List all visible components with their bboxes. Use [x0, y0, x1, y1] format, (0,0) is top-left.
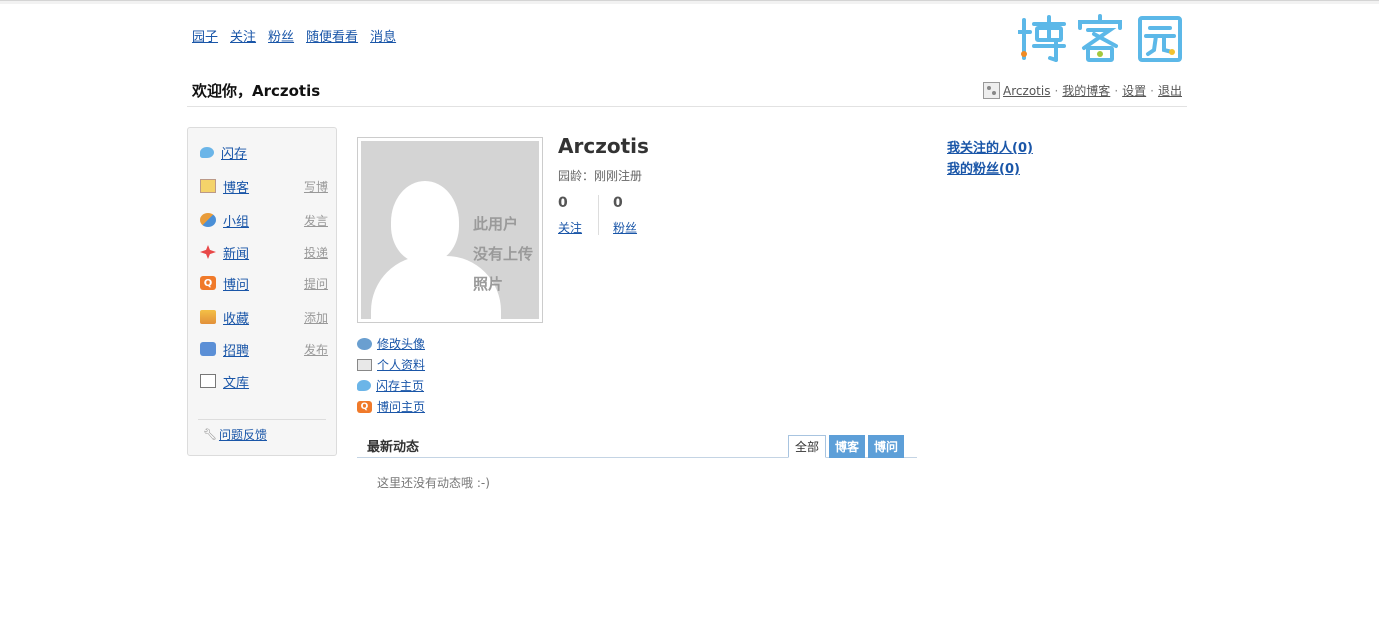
- silhouette-head: [391, 181, 459, 263]
- sidebar-link-question[interactable]: 博问: [223, 274, 249, 293]
- feed-title: 最新动态: [367, 440, 420, 455]
- post-group-link[interactable]: 发言: [304, 214, 328, 228]
- sidebar-link-library[interactable]: 文库: [223, 372, 249, 391]
- chat-bubble-icon: [357, 380, 371, 391]
- followers-link[interactable]: 粉丝: [613, 219, 653, 236]
- following-count: 0: [558, 195, 568, 211]
- welcome-message: 欢迎你，Arczotis: [192, 82, 321, 100]
- change-avatar-item: 修改头像: [357, 333, 425, 354]
- question-icon: Q: [200, 276, 216, 290]
- sidebar-item-news: 新闻 投递: [200, 242, 328, 262]
- sidebar-divider: [198, 419, 326, 420]
- sidebar: 闪存 博客 写博 小组 发言 新闻 投递 Q 博问 提问 收藏 添加 招聘 发布…: [187, 127, 337, 456]
- default-avatar-placeholder: 此用户 没有上传 照片: [361, 141, 539, 319]
- feedback-item: 🔧︎ 问题反馈: [203, 426, 267, 443]
- write-blog-link[interactable]: 写博: [304, 180, 328, 194]
- account-age: 园龄：刚刚注册: [558, 169, 643, 183]
- add-favorite-link[interactable]: 添加: [304, 311, 328, 325]
- sidebar-item-group: 小组 发言: [200, 210, 328, 230]
- following-stat: 0 关注: [558, 195, 598, 236]
- my-following-link[interactable]: 我关注的人(0): [947, 141, 1033, 156]
- follow-summary: 我关注的人(0) 我的粉丝(0): [947, 138, 1033, 180]
- tab-blog[interactable]: 博客: [828, 435, 865, 458]
- question-home-item: Q 博问主页: [357, 396, 425, 417]
- submit-news-link[interactable]: 投递: [304, 246, 328, 260]
- profile-info-item: 个人资料: [357, 354, 425, 375]
- nav-browse-link[interactable]: 随便看看: [306, 26, 358, 45]
- ask-question-link[interactable]: 提问: [304, 277, 328, 291]
- my-blog-link[interactable]: 我的博客: [1062, 82, 1110, 99]
- separator: ·: [1114, 83, 1119, 98]
- news-icon: [200, 245, 216, 259]
- followers-count: 0: [613, 195, 623, 211]
- sidebar-item-blog: 博客 写博: [200, 176, 328, 196]
- feed-header: 最新动态 全部 博客 博问: [357, 434, 917, 458]
- settings-link[interactable]: 设置: [1122, 82, 1146, 99]
- book-icon: [200, 374, 216, 388]
- top-nav: 园子 关注 粉丝 随便看看 消息: [192, 26, 396, 45]
- publish-job-link[interactable]: 发布: [304, 343, 328, 357]
- my-followers-link[interactable]: 我的粉丝(0): [947, 162, 1020, 177]
- cnblogs-logo[interactable]: [1018, 14, 1184, 64]
- tab-all[interactable]: 全部: [787, 435, 826, 458]
- profile-avatar[interactable]: 此用户 没有上传 照片: [357, 137, 543, 323]
- logout-link[interactable]: 退出: [1158, 82, 1182, 99]
- sidebar-link-ing[interactable]: 闪存: [221, 143, 247, 162]
- id-card-icon: [357, 358, 372, 371]
- sidebar-item-jobs: 招聘 发布: [200, 339, 328, 359]
- notepad-icon: [200, 179, 216, 193]
- favorites-icon: [200, 310, 216, 324]
- sidebar-item-favorites: 收藏 添加: [200, 307, 328, 327]
- nav-following-link[interactable]: 关注: [230, 26, 256, 45]
- no-photo-text: 此用户 没有上传 照片: [473, 215, 534, 293]
- sidebar-link-group[interactable]: 小组: [223, 211, 249, 230]
- user-bar: Arczotis · 我的博客 · 设置 · 退出: [983, 82, 1182, 99]
- sidebar-link-blog[interactable]: 博客: [223, 177, 249, 196]
- feed-tabs: 全部 博客 博问: [787, 435, 904, 458]
- top-border: [0, 0, 1379, 4]
- follow-stats: 0 关注 0 粉丝: [558, 195, 653, 236]
- following-link[interactable]: 关注: [558, 219, 598, 236]
- gear-icon: [357, 337, 372, 350]
- group-icon: [200, 213, 216, 227]
- profile-username: Arczotis: [558, 134, 649, 158]
- wrench-icon: 🔧︎: [203, 428, 217, 441]
- sidebar-link-favorites[interactable]: 收藏: [223, 308, 249, 327]
- profile-info-link[interactable]: 个人资料: [377, 356, 425, 373]
- change-avatar-link[interactable]: 修改头像: [377, 335, 425, 352]
- sidebar-item-question: Q 博问 提问: [200, 273, 328, 293]
- profile-links: 修改头像 个人资料 闪存主页 Q 博问主页: [357, 333, 425, 417]
- mini-avatar-icon[interactable]: [983, 82, 1001, 99]
- sidebar-link-jobs[interactable]: 招聘: [223, 340, 249, 359]
- nav-messages-link[interactable]: 消息: [370, 26, 396, 45]
- nav-followers-link[interactable]: 粉丝: [268, 26, 294, 45]
- sidebar-link-news[interactable]: 新闻: [223, 243, 249, 262]
- separator: ·: [1054, 83, 1059, 98]
- ing-home-item: 闪存主页: [357, 375, 425, 396]
- question-icon: Q: [357, 400, 372, 413]
- username-link[interactable]: Arczotis: [1003, 84, 1050, 98]
- tab-question[interactable]: 博问: [867, 435, 904, 458]
- feed-empty-message: 这里还没有动态哦 :-): [377, 476, 490, 490]
- nav-yuanzi-link[interactable]: 园子: [192, 26, 218, 45]
- feedback-link[interactable]: 问题反馈: [219, 426, 267, 443]
- ing-home-link[interactable]: 闪存主页: [376, 377, 424, 394]
- question-home-link[interactable]: 博问主页: [377, 398, 425, 415]
- sidebar-item-library: 文库: [200, 371, 328, 391]
- chat-bubble-icon: [200, 146, 214, 158]
- job-icon: [200, 342, 216, 356]
- followers-stat: 0 粉丝: [613, 195, 653, 236]
- header-divider: [187, 106, 1187, 107]
- sidebar-item-ing: 闪存: [200, 142, 328, 162]
- stats-divider: [598, 195, 599, 235]
- separator: ·: [1150, 83, 1154, 98]
